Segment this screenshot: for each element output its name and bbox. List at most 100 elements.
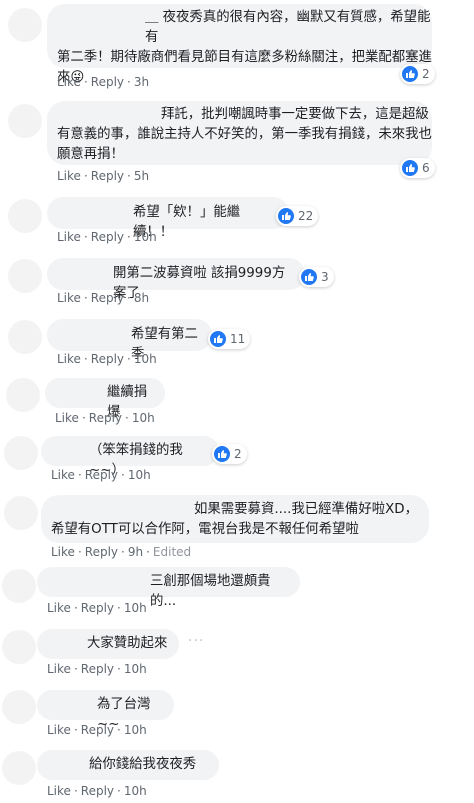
comment-text-line: 如果需要募資....我已經準備好啦XD， <box>194 502 418 517</box>
reaction-count: 2 <box>422 67 430 81</box>
reply-link[interactable]: Reply <box>81 723 114 737</box>
avatar[interactable] <box>2 630 36 664</box>
separator-dot: · <box>117 723 121 737</box>
comment-time[interactable]: 10h <box>128 468 151 482</box>
separator-dot: · <box>83 291 88 305</box>
like-link[interactable]: Like <box>47 723 71 737</box>
comment-actions: Like · Reply · 9h · Edited <box>51 545 191 559</box>
like-link[interactable]: Like <box>57 75 81 89</box>
comment-actions: Like · Reply · 8h <box>57 291 149 305</box>
comment-time[interactable]: 10h <box>124 723 147 737</box>
avatar[interactable] <box>2 751 36 785</box>
separator-dot: · <box>127 291 131 305</box>
reply-link[interactable]: Reply <box>91 169 124 183</box>
separator-dot: · <box>83 75 88 89</box>
thumbs-up-icon <box>301 269 317 285</box>
reaction-badge[interactable]: 2 <box>212 444 247 464</box>
like-link[interactable]: Like <box>57 291 81 305</box>
comment-text-line: 大家贊助起來 <box>87 636 168 651</box>
comment-bubble: 開第二波募資啦 該捐9999方案了 <box>47 258 305 301</box>
thumbs-up-icon <box>214 446 230 462</box>
separator-dot: · <box>125 411 129 425</box>
comment-actions: Like · Reply · 3h <box>57 75 149 89</box>
avatar[interactable] <box>8 8 42 42</box>
reaction-count: 3 <box>321 270 329 284</box>
thumbs-up-icon <box>402 66 418 82</box>
like-link[interactable]: Like <box>47 784 71 798</box>
avatar[interactable] <box>4 496 38 530</box>
reaction-badge[interactable]: 6 <box>400 158 435 178</box>
comment-text-line: 希望有OTT可以合作阿，電視台我是不報任何希望啦 <box>51 522 359 537</box>
comment-text-line: 給你錢給我夜夜秀 <box>89 757 197 772</box>
thumbs-up-icon <box>402 160 418 176</box>
reaction-badge[interactable]: 3 <box>299 267 334 287</box>
comment-time[interactable]: 10h <box>124 601 147 615</box>
reply-link[interactable]: Reply <box>85 468 118 482</box>
separator-dot: · <box>146 545 150 559</box>
avatar[interactable] <box>2 690 36 724</box>
comment-actions: Like · Reply · 10h <box>57 352 157 366</box>
reply-link[interactable]: Reply <box>89 411 122 425</box>
avatar[interactable] <box>4 436 38 470</box>
separator-dot: · <box>127 75 131 89</box>
like-link[interactable]: Like <box>57 352 81 366</box>
reply-link[interactable]: Reply <box>91 291 124 305</box>
comment-time[interactable]: 10h <box>124 662 147 676</box>
separator-dot: · <box>117 601 121 615</box>
comment-actions: Like · Reply · 10h <box>47 784 147 798</box>
comment-time[interactable]: 9h <box>128 545 143 559</box>
reaction-badge[interactable]: 22 <box>276 206 319 226</box>
separator-dot: · <box>73 784 78 798</box>
reply-link[interactable]: Reply <box>81 662 114 676</box>
separator-dot: · <box>73 601 78 615</box>
like-link[interactable]: Like <box>57 230 81 244</box>
separator-dot: · <box>121 468 125 482</box>
comment-time[interactable]: 3h <box>134 75 149 89</box>
like-link[interactable]: Like <box>47 601 71 615</box>
comment-bubble: 拜託，批判嘲諷時事一定要做下去，這是超級 有意義的事，誰說主持人不好笑的，第一季… <box>47 101 432 165</box>
separator-dot: · <box>117 662 121 676</box>
reaction-count: 22 <box>298 209 314 223</box>
edited-label[interactable]: Edited <box>153 545 191 559</box>
reply-link[interactable]: Reply <box>81 601 114 615</box>
comment-actions: Like · Reply · 10h <box>57 230 157 244</box>
comment-time[interactable]: 10h <box>134 352 157 366</box>
comment-time[interactable]: 5h <box>134 169 149 183</box>
separator-dot: · <box>73 662 78 676</box>
comment-time[interactable]: 10h <box>134 230 157 244</box>
reaction-badge[interactable]: 11 <box>208 329 251 349</box>
avatar[interactable] <box>8 320 42 354</box>
like-link[interactable]: Like <box>51 545 75 559</box>
reply-link[interactable]: Reply <box>91 75 124 89</box>
comment-time[interactable]: 10h <box>124 784 147 798</box>
more-options-icon[interactable]: ··· <box>188 633 204 649</box>
reply-link[interactable]: Reply <box>81 784 114 798</box>
separator-dot: · <box>117 784 121 798</box>
avatar[interactable] <box>8 259 42 293</box>
reaction-count: 6 <box>422 161 430 175</box>
avatar[interactable] <box>8 104 42 138</box>
separator-dot: · <box>77 468 82 482</box>
like-link[interactable]: Like <box>51 468 75 482</box>
reaction-badge[interactable]: 2 <box>400 64 435 84</box>
comment-actions: Like · Reply · 5h <box>57 169 149 183</box>
like-link[interactable]: Like <box>57 169 81 183</box>
reply-link[interactable]: Reply <box>91 230 124 244</box>
avatar[interactable] <box>8 199 42 233</box>
comment-bubble: 繼續捐爆 <box>45 378 165 420</box>
separator-dot: · <box>83 352 88 366</box>
reply-link[interactable]: Reply <box>91 352 124 366</box>
comment-actions: Like · Reply · 10h <box>47 601 147 615</box>
like-link[interactable]: Like <box>55 411 79 425</box>
avatar[interactable] <box>2 569 36 603</box>
comment-time[interactable]: 8h <box>134 291 149 305</box>
like-link[interactable]: Like <box>47 662 71 676</box>
reply-link[interactable]: Reply <box>85 545 118 559</box>
comment-text-line: 願意再捐！ <box>57 147 124 162</box>
comment-time[interactable]: 10h <box>132 411 155 425</box>
separator-dot: · <box>127 230 131 244</box>
reaction-count: 11 <box>230 332 246 346</box>
comment-actions: Like · Reply · 10h <box>51 468 151 482</box>
avatar[interactable] <box>6 378 40 412</box>
comment-actions: Like · Reply · 10h <box>55 411 155 425</box>
